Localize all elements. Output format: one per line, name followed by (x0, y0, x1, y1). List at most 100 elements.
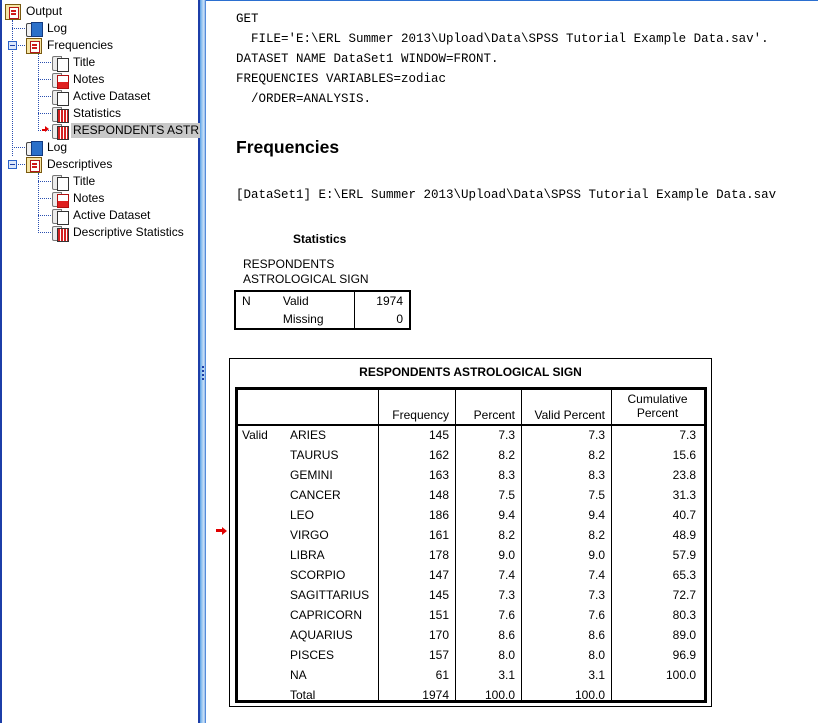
collapse-toggle-icon[interactable] (8, 41, 17, 50)
cell-frequency: 61 (435, 668, 449, 682)
cell-percent: 8.3 (498, 468, 515, 482)
row-label: Total (290, 688, 316, 702)
cell-percent: 7.4 (498, 568, 515, 582)
log-icon (26, 21, 43, 37)
nav-item-respondents-astrological-sign[interactable]: RESPONDENTS ASTR (52, 122, 202, 140)
row-label: ARIES (290, 428, 327, 442)
cell-frequency: 147 (428, 568, 449, 582)
output-book-icon (26, 156, 42, 173)
nav-item-frequencies[interactable]: Frequencies (26, 37, 115, 54)
cell-cumulative-percent: 65.3 (672, 568, 696, 582)
cell-percent: 7.6 (498, 608, 515, 622)
cell-frequency: 178 (428, 548, 449, 562)
statistics-table[interactable]: N Valid 1974 Missing 0 (234, 290, 411, 330)
cell-cumulative-percent: 80.3 (672, 608, 696, 622)
dataset-path: [DataSet1] E:\ERL Summer 2013\Upload\Dat… (236, 188, 777, 202)
stat-sublabel: Valid (282, 294, 309, 308)
cell-frequency: 157 (428, 648, 449, 662)
nav-item-title[interactable]: Title (52, 173, 97, 191)
row-label: VIRGO (290, 528, 329, 542)
tree-connector (38, 181, 51, 182)
nav-item-label: Descriptives (47, 157, 113, 171)
cell-frequency: 148 (428, 488, 449, 502)
nav-item-label: Notes (73, 191, 105, 205)
tree-connector (38, 173, 39, 233)
column-header-valid-percent: Valid Percent (534, 408, 605, 422)
cell-cumulative-percent: 23.8 (672, 468, 696, 482)
stat-label: N (242, 294, 251, 308)
cell-percent: 8.0 (498, 648, 515, 662)
nav-item-log[interactable]: Log (26, 20, 69, 37)
cell-cumulative-percent: 96.9 (672, 648, 696, 662)
nav-item-log[interactable]: Log (26, 139, 69, 156)
cell-valid-percent: 3.1 (588, 668, 605, 682)
row-group-label: Valid (242, 428, 268, 442)
cell-frequency: 163 (428, 468, 449, 482)
table-row: N Valid 1974 (235, 291, 410, 310)
row-label: TAURUS (290, 448, 339, 462)
nav-item-label: Statistics (73, 106, 122, 120)
cell-cumulative-percent: 100.0 (665, 668, 696, 682)
frequency-table-box[interactable]: RESPONDENTS ASTROLOGICAL SIGN Frequency P… (229, 358, 712, 707)
table-icon (52, 106, 69, 123)
cell-valid-percent: 9.4 (588, 508, 605, 522)
column-header-cumulative-percent: Cumulative Percent (627, 392, 688, 420)
cell-percent: 8.2 (498, 448, 515, 462)
frequency-table[interactable]: Frequency Percent Valid Percent Cumulative … (235, 387, 707, 703)
cell-percent: 9.4 (498, 508, 515, 522)
nav-item-descriptive-statistics[interactable]: Descriptive Statistics (52, 224, 186, 242)
output-viewer: GET FILE='E:\ERL Summer 2013\Upload\Data… (206, 0, 818, 723)
syntax-line: FILE='E:\ERL Summer 2013\Upload\Data\SPS… (236, 32, 769, 46)
cell-percent: 8.2 (498, 528, 515, 542)
nav-item-descriptives[interactable]: Descriptives (26, 156, 114, 173)
procedure-heading: Frequencies (236, 137, 340, 157)
nav-item-notes[interactable]: Notes (52, 190, 106, 208)
tree-connector (38, 198, 51, 199)
nav-item-title[interactable]: Title (52, 54, 97, 72)
cell-valid-percent: 8.3 (588, 468, 605, 482)
stat-sublabel: Missing (282, 312, 324, 326)
nav-item-active-dataset[interactable]: Active Dataset (52, 207, 152, 225)
cell-cumulative-percent: 72.7 (672, 588, 696, 602)
output-navigator[interactable]: Output Log Frequencies Title Notes Active Dat… (0, 0, 202, 723)
cell-cumulative-percent: 89.0 (672, 628, 696, 642)
row-label: PISCES (290, 648, 335, 662)
syntax-line: /ORDER=ANALYSIS. (236, 92, 372, 106)
row-label: GEMINI (290, 468, 333, 482)
cell-cumulative-percent: 7.3 (679, 428, 696, 442)
nav-item-label: Output (26, 4, 63, 18)
row-label: AQUARIUS (290, 628, 353, 642)
nav-item-notes[interactable]: Notes (52, 71, 106, 89)
cell-valid-percent: 7.4 (588, 568, 605, 582)
cell-percent: 100.0 (484, 688, 515, 702)
cell-cumulative-percent: 15.6 (672, 448, 696, 462)
nav-item-active-dataset[interactable]: Active Dataset (52, 88, 152, 106)
cell-valid-percent: 8.2 (588, 448, 605, 462)
cell-cumulative-percent: 40.7 (672, 508, 696, 522)
cell-frequency: 145 (428, 588, 449, 602)
stat-label (235, 310, 265, 329)
tree-connector (12, 147, 25, 148)
notes-icon (52, 191, 69, 208)
cell-percent: 7.5 (498, 488, 515, 502)
collapse-toggle-icon[interactable] (8, 160, 17, 169)
output-book-icon (5, 3, 21, 20)
cell-percent: 7.3 (498, 588, 515, 602)
tree-connector (38, 62, 51, 63)
header-divider (238, 424, 704, 426)
nav-item-label: Title (73, 174, 96, 188)
tree-connector (38, 96, 51, 97)
syntax-line: GET (236, 12, 259, 26)
syntax-line: FREQUENCIES VARIABLES=zodiac (236, 72, 447, 86)
nav-item-output[interactable]: Output (5, 3, 64, 20)
nav-item-label: Active Dataset (73, 89, 151, 103)
splitter-grip-icon[interactable] (202, 366, 204, 380)
nav-item-statistics[interactable]: Statistics (52, 105, 123, 123)
tree-connector (38, 232, 51, 233)
cell-percent: 7.3 (498, 428, 515, 442)
row-label: LIBRA (290, 548, 325, 562)
frequency-table-title: RESPONDENTS ASTROLOGICAL SIGN (359, 365, 582, 379)
page-icon (52, 89, 69, 106)
nav-item-label: Active Dataset (73, 208, 151, 222)
table-row: Missing 0 (235, 310, 410, 329)
